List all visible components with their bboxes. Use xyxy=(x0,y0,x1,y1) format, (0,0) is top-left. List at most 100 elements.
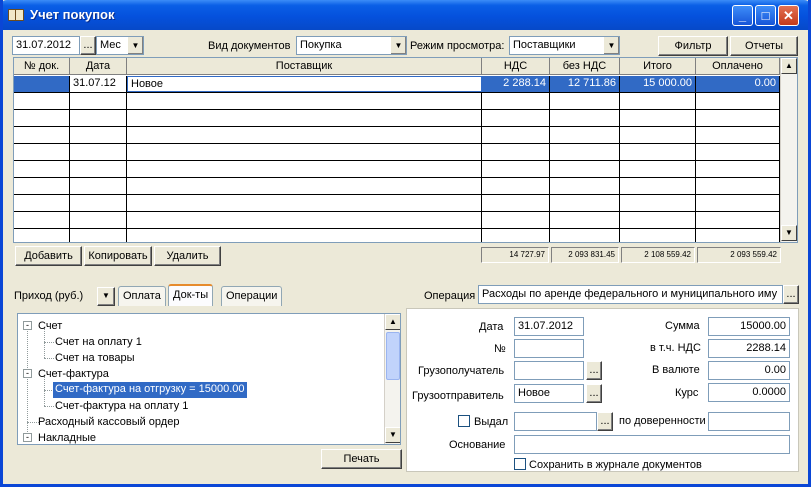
tree-node-nakladnye[interactable]: Накладные xyxy=(38,431,96,444)
col-vat[interactable]: НДС xyxy=(482,58,550,75)
table-row-empty[interactable] xyxy=(14,178,780,195)
tree-node-faktura-oplata[interactable]: Счет-фактура на оплату 1 xyxy=(55,399,188,415)
table-cell-empty xyxy=(550,229,620,242)
operation-field[interactable]: Расходы по аренде федерального и муницип… xyxy=(478,285,783,304)
rate-label: Курс xyxy=(675,387,699,399)
delete-button[interactable]: Удалить xyxy=(154,246,221,266)
viewmode-label: Режим просмотра: xyxy=(410,40,505,52)
table-row-empty[interactable] xyxy=(14,110,780,127)
table-scrollbar[interactable]: ▲ ▼ xyxy=(780,58,797,242)
col-paid[interactable]: Оплачено xyxy=(696,58,780,75)
scroll-up-icon[interactable]: ▲ xyxy=(781,58,797,74)
save-journal-checkbox[interactable] xyxy=(514,458,526,470)
table-row[interactable]: 31.07.12 Новое 2 288.14 12 711.86 15 000… xyxy=(14,76,780,93)
close-button[interactable]: ✕ xyxy=(778,5,799,26)
operation-picker-button[interactable]: ... xyxy=(783,285,799,304)
doc-date-field[interactable]: 31.07.2012 xyxy=(514,317,584,336)
doc-number-field[interactable] xyxy=(514,339,584,358)
tree-node-faktura-otgruzka[interactable]: Счет-фактура на отгрузку = 15000.00 xyxy=(53,382,247,398)
table-cell-empty xyxy=(14,110,70,126)
period-select[interactable]: Мес ▼ xyxy=(96,36,144,55)
table-cell-empty xyxy=(696,144,780,160)
minimize-button[interactable]: _ xyxy=(732,5,753,26)
tree-scroll-thumb[interactable] xyxy=(386,332,400,380)
tree-scrollbar[interactable]: ▲ ▼ xyxy=(384,314,400,444)
viewmode-select[interactable]: Поставщики ▼ xyxy=(509,36,620,55)
currency-field[interactable]: 0.00 xyxy=(708,361,790,380)
doctype-select[interactable]: Покупка ▼ xyxy=(296,36,407,55)
purchases-table[interactable]: № док. Дата Поставщик НДС без НДС Итого … xyxy=(13,57,798,243)
collapse-icon[interactable]: - xyxy=(23,433,32,442)
col-no-vat[interactable]: без НДС xyxy=(550,58,620,75)
scroll-up-icon[interactable]: ▲ xyxy=(385,314,400,330)
cell-supplier[interactable]: Новое xyxy=(127,76,482,92)
consignee-field[interactable] xyxy=(514,361,584,380)
issued-picker-button[interactable]: ... xyxy=(597,412,613,431)
table-cell-empty xyxy=(620,110,696,126)
copy-button[interactable]: Копировать xyxy=(84,246,152,266)
scroll-down-icon[interactable]: ▼ xyxy=(781,225,797,241)
documents-tree[interactable]: - Счет Счет на оплату 1 Счет на товары -… xyxy=(17,313,401,445)
tab-operations[interactable]: Операции xyxy=(221,286,283,306)
cell-no-vat: 12 711.86 xyxy=(550,76,620,92)
title-bar[interactable]: Учет покупок _ □ ✕ xyxy=(3,0,808,30)
collapse-icon[interactable]: - xyxy=(23,369,32,378)
proxy-label: по доверенности xyxy=(619,415,706,427)
filter-button[interactable]: Фильтр xyxy=(658,36,728,56)
basis-field[interactable] xyxy=(514,435,790,454)
add-button[interactable]: Добавить xyxy=(15,246,82,266)
tree-node-schet-faktura[interactable]: Счет-фактура xyxy=(38,367,109,383)
col-supplier[interactable]: Поставщик xyxy=(127,58,482,75)
vat-incl-field[interactable]: 2288.14 xyxy=(708,339,790,358)
tree-node-schet[interactable]: Счет xyxy=(38,319,62,335)
issued-label: Выдал xyxy=(474,416,509,428)
table-row-empty[interactable] xyxy=(14,93,780,110)
table-cell-empty xyxy=(14,161,70,177)
table-row-empty[interactable] xyxy=(14,195,780,212)
date-field[interactable]: 31.07.2012 xyxy=(12,36,80,55)
col-doc-no[interactable]: № док. xyxy=(14,58,70,75)
collapse-icon[interactable]: - xyxy=(23,321,32,330)
col-total[interactable]: Итого xyxy=(620,58,696,75)
tree-node-schet-na-oplatu[interactable]: Счет на оплату 1 xyxy=(55,335,142,351)
scroll-down-icon[interactable]: ▼ xyxy=(385,427,400,443)
table-cell-empty xyxy=(14,229,70,242)
chevron-down-icon[interactable]: ▼ xyxy=(390,37,406,54)
table-cell-empty xyxy=(696,110,780,126)
table-cell-empty xyxy=(127,212,482,228)
table-cell-empty xyxy=(696,212,780,228)
date-picker-button[interactable]: ... xyxy=(80,36,96,55)
table-cell-empty xyxy=(482,127,550,143)
issued-checkbox[interactable] xyxy=(458,415,470,427)
tree-node-schet-na-tovary[interactable]: Счет на товары xyxy=(55,351,135,367)
rate-field[interactable]: 0.0000 xyxy=(708,383,790,402)
proxy-field[interactable] xyxy=(708,412,790,431)
chevron-down-icon[interactable]: ▼ xyxy=(603,37,619,54)
income-dropdown[interactable]: ▼ xyxy=(97,287,115,306)
table-row-empty[interactable] xyxy=(14,144,780,161)
col-date[interactable]: Дата xyxy=(70,58,127,75)
table-cell-empty xyxy=(550,161,620,177)
print-button[interactable]: Печать xyxy=(321,449,402,469)
sum-field[interactable]: 15000.00 xyxy=(708,317,790,336)
shipper-field[interactable]: Новое xyxy=(514,384,584,403)
table-cell-empty xyxy=(482,195,550,211)
consignee-picker-button[interactable]: ... xyxy=(586,361,602,380)
table-cell-empty xyxy=(70,144,127,160)
issued-field[interactable] xyxy=(514,412,597,431)
table-cell-empty xyxy=(620,212,696,228)
shipper-picker-button[interactable]: ... xyxy=(586,384,602,403)
tab-docs[interactable]: Док-ты xyxy=(168,284,214,306)
table-row-empty[interactable] xyxy=(14,212,780,229)
table-cell-empty xyxy=(696,229,780,242)
period-value: Мес xyxy=(100,39,121,51)
table-row-empty[interactable] xyxy=(14,229,780,242)
chevron-down-icon[interactable]: ▼ xyxy=(127,37,143,54)
table-row-empty[interactable] xyxy=(14,161,780,178)
reports-button[interactable]: Отчеты xyxy=(730,36,798,56)
tab-payment[interactable]: Оплата xyxy=(118,286,166,306)
maximize-button[interactable]: □ xyxy=(755,5,776,26)
tree-node-rko[interactable]: Расходный кассовый ордер xyxy=(38,415,179,431)
table-row-empty[interactable] xyxy=(14,127,780,144)
table-cell-empty xyxy=(70,195,127,211)
